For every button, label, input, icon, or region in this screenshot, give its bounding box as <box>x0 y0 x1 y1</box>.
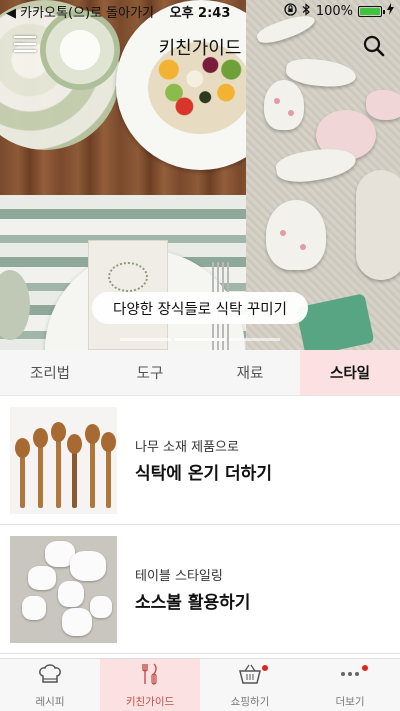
list-item-subtitle: 나무 소재 제품으로 <box>135 440 239 455</box>
bluetooth-icon <box>302 2 311 20</box>
wooden-spoons-thumbnail <box>10 406 117 514</box>
kitchen-utensils-icon <box>137 662 163 690</box>
shopping-badge <box>262 665 268 671</box>
tabbar-recipes-label: 레시피 <box>35 695 65 708</box>
list-item-title: 소스볼 활용하기 <box>135 593 251 613</box>
carousel-page-indicator <box>120 338 281 341</box>
tab-recipes[interactable]: 조리법 <box>0 350 100 395</box>
orientation-lock-icon <box>284 2 297 20</box>
tabbar-recipes[interactable]: 레시피 <box>0 659 100 711</box>
tabbar-kitchen-guide-label: 키친가이드 <box>125 695 175 708</box>
tabbar-more-label: 더보기 <box>335 695 365 708</box>
carousel-page-dot[interactable] <box>174 338 226 341</box>
tabbar-kitchen-guide[interactable]: 키친가이드 <box>100 659 200 711</box>
list-item-title: 식탁에 온기 더하기 <box>135 464 272 484</box>
tabbar-more[interactable]: 더보기 <box>300 659 400 711</box>
charging-icon <box>387 3 394 19</box>
hero-caption[interactable]: 다양한 장식들로 식탁 꾸미기 <box>92 292 308 324</box>
list-item[interactable]: 나무 소재 제품으로 식탁에 온기 더하기 <box>0 396 400 525</box>
back-to-app-label[interactable]: ◀ 카카오톡(으)로 돌아가기 <box>6 2 154 21</box>
list-item-subtitle: 테이블 스타일링 <box>135 569 223 584</box>
back-to-kakaotalk[interactable]: ◀ 카카오톡(으)로 돌아가기 <box>6 2 154 21</box>
more-dots-icon <box>337 662 363 690</box>
tab-tools[interactable]: 도구 <box>100 350 200 395</box>
tabbar-shopping-label: 쇼핑하기 <box>230 695 270 708</box>
status-bar: ◀ 카카오톡(으)로 돌아가기 오후 2:43 100% <box>0 0 400 22</box>
carousel-page-dot[interactable] <box>229 338 281 341</box>
page-title: 키친가이드 <box>158 38 242 59</box>
category-tabs: 조리법 도구 재료 스타일 <box>0 350 400 396</box>
chef-hat-icon <box>37 662 63 690</box>
tabbar-shopping[interactable]: 쇼핑하기 <box>200 659 300 711</box>
battery-icon <box>358 5 385 17</box>
battery-percentage: 100% <box>315 3 353 19</box>
tab-style[interactable]: 스타일 <box>300 350 400 395</box>
list-item[interactable]: 테이블 스타일링 소스볼 활용하기 <box>0 525 400 654</box>
carousel-page-dot[interactable] <box>120 338 171 341</box>
shopping-basket-icon <box>237 662 263 690</box>
bottom-tab-bar: 레시피 키친가이드 쇼핑하기 더보기 <box>0 658 400 711</box>
article-list: 나무 소재 제품으로 식탁에 온기 더하기 테이블 스타일링 소스볼 활용하기 <box>0 396 400 658</box>
search-icon[interactable] <box>362 34 386 58</box>
sauce-bowls-thumbnail <box>10 535 117 643</box>
tab-ingredients[interactable]: 재료 <box>200 350 300 395</box>
more-badge <box>362 665 368 671</box>
